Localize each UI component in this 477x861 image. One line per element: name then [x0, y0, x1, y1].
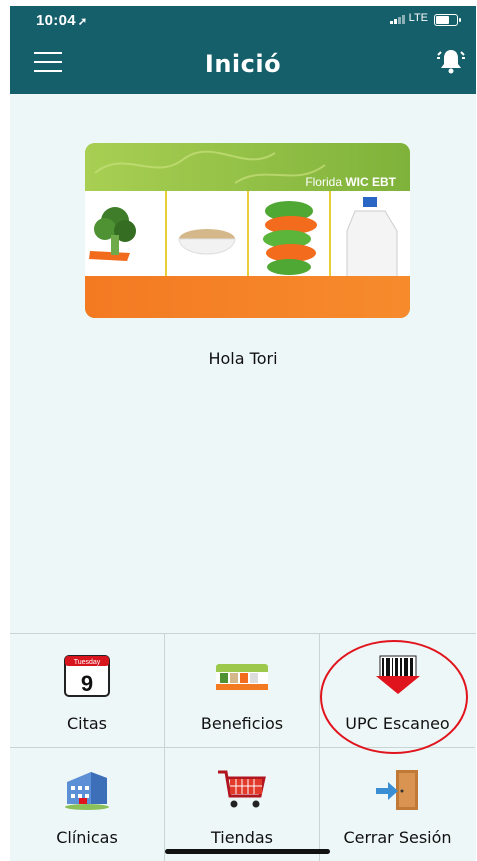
top-navigation-bar: 10:04 ➚ LTE Inició — [10, 6, 476, 94]
grid-item-label: Beneficios — [200, 714, 284, 733]
calendar-date-text: 9 — [81, 671, 93, 696]
location-arrow-icon: ➚ — [77, 16, 88, 28]
greeting-text: Hola Tori — [208, 349, 278, 368]
calendar-day-text: Tuesday — [74, 659, 101, 666]
grid-item-beneficios[interactable]: Beneficios — [165, 634, 320, 748]
signal-bars-icon — [389, 12, 406, 25]
grid-item-label: Clínicas — [56, 828, 118, 847]
battery-icon — [434, 14, 461, 26]
bell-alert-icon[interactable] — [436, 46, 466, 76]
card-green-band: Florida WIC EBT — [85, 143, 410, 193]
benefits-card-icon — [216, 654, 268, 698]
card-orange-band — [85, 276, 410, 318]
grid-item-cerrar-sesion[interactable]: Cerrar Sesión — [320, 748, 475, 861]
grid-item-label: Cerrar Sesión — [343, 828, 452, 847]
card-label-brand: WIC EBT — [345, 175, 396, 189]
card-food-photos — [85, 191, 410, 278]
grid-item-label: Tiendas — [210, 828, 273, 847]
calendar-icon: Tuesday 9 — [61, 654, 113, 698]
card-label-prefix: Florida — [305, 175, 346, 189]
milk-jug-photo — [331, 191, 410, 278]
wic-ebt-card-image: Florida WIC EBT — [85, 143, 410, 318]
carrier-text: LTE — [408, 12, 428, 24]
grid-item-clinicas[interactable]: Clínicas — [10, 748, 165, 861]
clinic-building-icon — [61, 768, 113, 812]
status-time: 10:04 ➚ — [36, 12, 87, 29]
rice-bowl-photo — [167, 191, 249, 277]
grid-item-label: Citas — [66, 714, 108, 733]
broccoli-photo — [85, 191, 167, 277]
status-bar: 10:04 ➚ LTE — [10, 6, 476, 34]
logout-door-icon — [372, 768, 424, 812]
grid-item-citas[interactable]: Tuesday 9 Citas — [10, 634, 165, 748]
card-label: Florida WIC EBT — [305, 175, 396, 189]
grid-item-tiendas[interactable]: Tiendas — [165, 748, 320, 861]
shopping-cart-icon — [216, 768, 268, 812]
home-indicator[interactable] — [165, 849, 330, 854]
time-text: 10:04 — [36, 12, 76, 29]
page-title: Inició — [204, 50, 282, 78]
fruit-stack-photo — [249, 191, 331, 277]
highlight-circle-annotation — [320, 640, 468, 754]
signal-indicator: LTE — [389, 12, 428, 25]
